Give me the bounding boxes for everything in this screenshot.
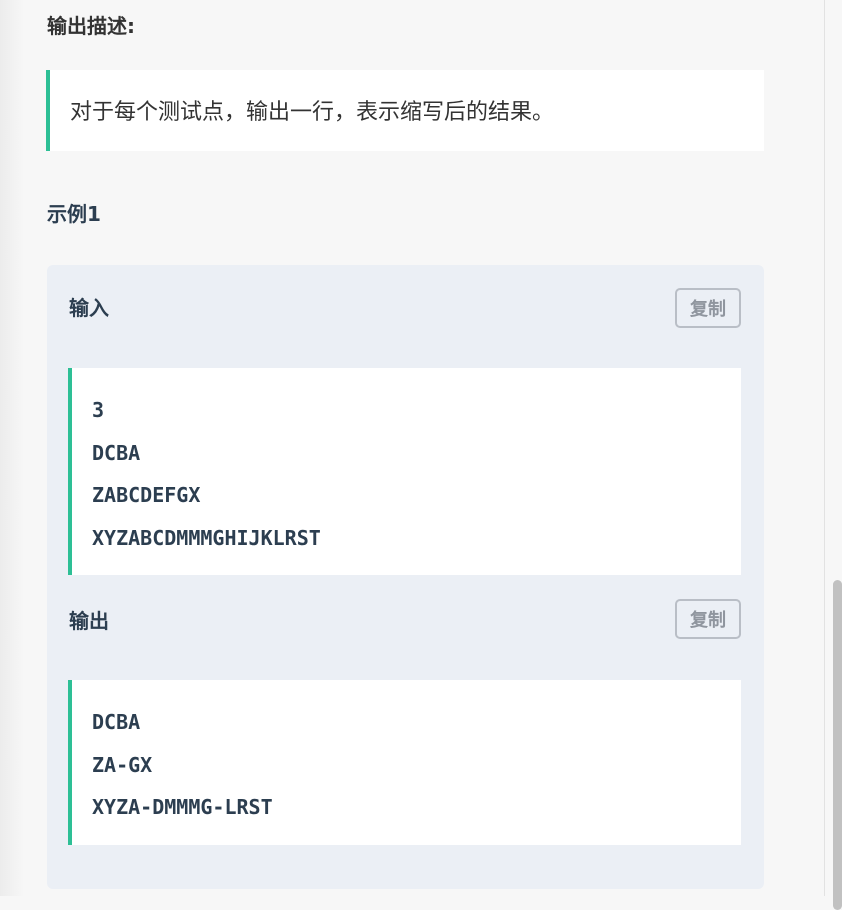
code-line: ZA-GX (92, 752, 153, 777)
example-box: 输入 复制 3 DCBA ZABCDEFGX XYZABCDMMMGHIJKLR… (47, 265, 764, 889)
code-line: XYZABCDMMMGHIJKLRST (92, 526, 321, 551)
output-description-text: 对于每个测试点，输出一行，表示缩写后的结果。 (70, 100, 555, 125)
code-line: DCBA (92, 440, 141, 465)
output-description-block: 对于每个测试点，输出一行，表示缩写后的结果。 (46, 70, 764, 151)
output-description-heading: 输出描述: (47, 14, 135, 38)
example-heading: 示例1 (47, 202, 101, 226)
output-label: 输出 (69, 609, 109, 633)
code-line: 3 (92, 398, 105, 422)
left-shadow (0, 0, 24, 896)
code-line: DCBA (92, 710, 141, 734)
input-label: 输入 (69, 296, 109, 320)
code-line: XYZA-DMMMG-LRST (92, 795, 273, 820)
code-line: ZABCDEFGX (92, 483, 201, 508)
input-code-block: 3 DCBA ZABCDEFGX XYZABCDMMMGHIJKLRST (68, 368, 741, 575)
scrollbar-thumb[interactable] (833, 580, 842, 910)
output-code-block: DCBA ZA-GX XYZA-DMMMG-LRST (68, 680, 741, 845)
copy-output-button[interactable]: 复制 (675, 599, 741, 639)
copy-input-button[interactable]: 复制 (675, 288, 741, 328)
